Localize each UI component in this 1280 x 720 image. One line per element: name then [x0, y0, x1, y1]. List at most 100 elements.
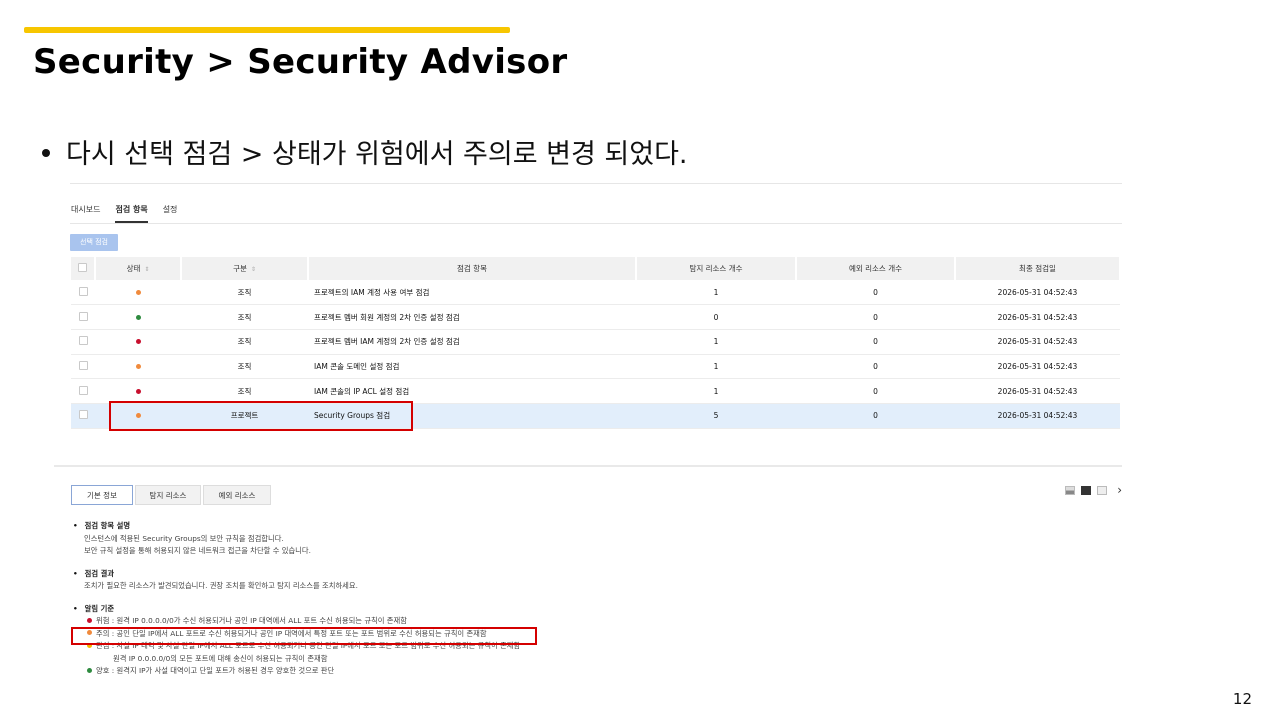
- type-cell: 조직: [181, 329, 308, 355]
- title-accent-bar: [24, 27, 510, 33]
- layout-split-icon[interactable]: [1065, 485, 1076, 495]
- header-status[interactable]: 상태 ⇕: [95, 257, 182, 280]
- last-checked-cell: 2026-05-31 04:52:43: [955, 280, 1120, 306]
- item-cell: 프로젝트의 IAM 계정 사용 여부 점검: [308, 280, 636, 306]
- select-all-checkbox[interactable]: [78, 263, 87, 272]
- selected-check-button[interactable]: 선택 점검: [70, 234, 118, 251]
- status-cell: [95, 304, 181, 330]
- status-danger-icon: [135, 339, 141, 345]
- detected-cell: 1: [636, 354, 796, 380]
- status-cell: [95, 329, 181, 355]
- table-row[interactable]: 조직 프로젝트 멤버 회원 계정의 2차 인증 설정 점검 0 0 2026-0…: [71, 304, 1120, 330]
- danger-dot-icon: [87, 617, 92, 623]
- header-type-label: 구분: [233, 264, 247, 273]
- header-excluded: 예외 리소스 개수: [796, 257, 956, 280]
- bullet-text: 다시 선택 점검 > 상태가 위험에서 주의로 변경 되었다.: [66, 139, 688, 170]
- detected-cell: 1: [636, 378, 796, 404]
- excluded-cell: 0: [796, 329, 955, 355]
- last-checked-cell: 2026-05-31 04:52:43: [955, 354, 1120, 380]
- row-checkbox[interactable]: [78, 410, 88, 420]
- table-row[interactable]: 조직 프로젝트의 IAM 계정 사용 여부 점검 1 0 2026-05-31 …: [71, 280, 1120, 306]
- header-detected: 탐지 리소스 개수: [636, 257, 797, 280]
- detected-cell: 1: [636, 280, 796, 306]
- item-cell: 프로젝트 멤버 회원 계정의 2차 인증 설정 점검: [308, 304, 636, 330]
- good-dot-icon: [87, 667, 92, 673]
- status-cell: [95, 378, 181, 404]
- item-cell: IAM 콘솔의 IP ACL 설정 점검: [308, 378, 636, 404]
- tabs-divider: [70, 223, 1122, 224]
- status-danger-icon: [135, 388, 141, 394]
- criteria-good: 양호 : 원격지 IP가 사설 대역이고 단일 포트가 허용된 경우 양호한 것…: [73, 665, 520, 678]
- header-item: 점검 항목: [308, 257, 637, 280]
- status-ok-icon: [135, 314, 141, 320]
- bullet-dot: [42, 148, 50, 157]
- row-checkbox[interactable]: [78, 360, 88, 370]
- slide-title: Security > Security Advisor: [33, 42, 568, 82]
- tab-basic-info[interactable]: 기본 정보: [71, 485, 133, 505]
- select-all-cell: [71, 257, 96, 280]
- highlight-box-warning-criteria: [71, 627, 537, 645]
- row-checkbox[interactable]: [78, 311, 88, 321]
- row-select-cell: [71, 280, 95, 306]
- row-checkbox[interactable]: [78, 336, 88, 346]
- last-checked-cell: 2026-05-31 04:52:43: [955, 304, 1120, 330]
- layout-full-icon[interactable]: [1097, 485, 1108, 495]
- excluded-cell: 0: [796, 378, 955, 404]
- detail-content: 점검 항목 설명 인스턴스에 적용된 Security Groups의 보안 규…: [73, 520, 520, 678]
- result-text: 조치가 필요한 리소스가 발견되었습니다. 권장 조치를 확인하고 탐지 리소스…: [84, 581, 358, 590]
- table-row[interactable]: 조직 프로젝트 멤버 IAM 계정의 2차 인증 설정 점검 1 0 2026-…: [71, 329, 1120, 355]
- status-cell: [95, 354, 181, 380]
- last-checked-cell: 2026-05-31 04:52:43: [955, 378, 1120, 404]
- criteria-interest-2: 원격 IP 0.0.0.0/0의 모든 포트에 대해 송신이 허용되는 규칙이 …: [113, 653, 328, 663]
- header-type[interactable]: 구분 ⇕: [181, 257, 309, 280]
- detected-cell: 1: [636, 329, 796, 355]
- row-select-cell: [71, 403, 95, 429]
- sort-icon[interactable]: ⇕: [251, 266, 256, 273]
- row-checkbox[interactable]: [78, 385, 88, 395]
- desc-heading: 점검 항목 설명: [73, 520, 520, 533]
- layout-bottom-icon[interactable]: [1081, 485, 1092, 495]
- row-checkbox[interactable]: [78, 286, 88, 296]
- header-status-label: 상태: [126, 264, 141, 273]
- last-checked-cell: 2026-05-31 04:52:43: [955, 329, 1120, 355]
- row-select-cell: [71, 304, 95, 330]
- type-cell: 조직: [181, 378, 308, 404]
- header-last-checked: 최종 점검일: [955, 257, 1121, 280]
- excluded-cell: 0: [796, 354, 955, 380]
- item-cell: 프로젝트 멤버 IAM 계정의 2차 인증 설정 점검: [308, 329, 636, 355]
- status-warning-icon: [135, 363, 141, 369]
- row-select-cell: [71, 354, 95, 380]
- criteria-heading: 알림 기준: [73, 603, 520, 616]
- screenshot-cutoff: [54, 681, 1122, 688]
- row-select-cell: [71, 329, 95, 355]
- criteria-good-text: 양호 : 원격지 IP가 사설 대역이고 단일 포트가 허용된 경우 양호한 것…: [96, 666, 335, 675]
- table-row[interactable]: 조직 IAM 콘솔 도메인 설정 점검 1 0 2026-05-31 04:52…: [71, 354, 1120, 380]
- last-checked-cell: 2026-05-31 04:52:43: [955, 403, 1120, 429]
- main-tabs: 대시보드 점검 항목 설정: [71, 204, 192, 223]
- chevron-right-icon[interactable]: ›: [1117, 483, 1122, 497]
- table-header-row: 상태 ⇕ 구분 ⇕ 점검 항목 탐지 리소스 개수 예외 리소스 개수 최종 점검일: [71, 257, 1121, 280]
- status-cell: [95, 280, 181, 306]
- panel-layout-controls: ›: [1065, 483, 1122, 497]
- tab-excluded-resources[interactable]: 예외 리소스: [203, 485, 271, 505]
- table-row[interactable]: 조직 IAM 콘솔의 IP ACL 설정 점검 1 0 2026-05-31 0…: [71, 378, 1120, 404]
- detected-cell: 0: [636, 304, 796, 330]
- highlight-box-selected-row: [109, 401, 413, 431]
- criteria-danger: 위험 : 원격 IP 0.0.0.0/0가 수신 허용되거나 공인 IP 대역에…: [73, 615, 520, 628]
- excluded-cell: 0: [796, 304, 955, 330]
- sort-icon[interactable]: ⇕: [144, 266, 149, 273]
- excluded-cell: 0: [796, 280, 955, 306]
- tab-settings[interactable]: 설정: [163, 204, 178, 223]
- tab-detected-resources[interactable]: 탐지 리소스: [135, 485, 201, 505]
- detail-panel-divider: [54, 465, 1122, 467]
- tab-dashboard[interactable]: 대시보드: [71, 204, 100, 223]
- detected-cell: 5: [636, 403, 796, 429]
- item-cell: IAM 콘솔 도메인 설정 점검: [308, 354, 636, 380]
- type-cell: 조직: [181, 280, 308, 306]
- slide-bullet: 다시 선택 점검 > 상태가 위험에서 주의로 변경 되었다.: [42, 132, 688, 171]
- tab-check-items[interactable]: 점검 항목: [115, 204, 148, 223]
- row-select-cell: [71, 378, 95, 404]
- desc-line-2: 보안 규칙 설정을 통해 허용되지 않은 네트워크 접근을 차단할 수 있습니다…: [84, 546, 311, 555]
- result-heading: 점검 결과: [73, 568, 520, 581]
- detail-tabs: 기본 정보 탐지 리소스 예외 리소스: [71, 485, 273, 505]
